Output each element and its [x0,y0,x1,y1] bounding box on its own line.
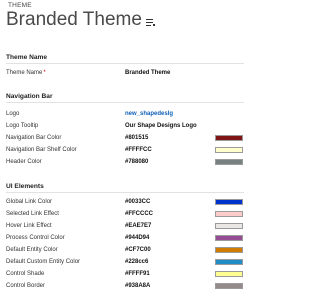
field-value-control-shade[interactable]: #FFFF91 [125,271,150,277]
section-divider [6,102,244,103]
entity-type-label: THEME [8,2,32,9]
field-row-process-control-color[interactable]: Process Control Color #944D94 [6,235,244,244]
color-swatch [215,199,243,205]
section-header-theme-name: Theme Name [6,54,48,61]
field-row-navigation-bar-color[interactable]: Navigation Bar Color #801515 [6,135,244,144]
field-label-selected-link-effect: Selected Link Effect [6,211,59,217]
field-row-header-color[interactable]: Header Color #788080 [6,159,244,168]
field-row-logo-tooltip[interactable]: Logo Tooltip Our Shape Designs Logo [6,123,244,132]
field-row-theme-name[interactable]: Theme Name* Branded Theme [6,70,244,79]
field-row-navigation-bar-shelf-color[interactable]: Navigation Bar Shelf Color #FFFFCC [6,147,244,156]
field-value-theme-name[interactable]: Branded Theme [125,70,170,76]
field-label-control-shade: Control Shade [6,271,45,277]
color-swatch [215,235,243,241]
field-label-default-custom-entity-color: Default Custom Entity Color [6,259,81,265]
required-marker: * [43,70,46,76]
field-row-selected-link-effect[interactable]: Selected Link Effect #FFCCCC [6,211,244,220]
field-value-default-custom-entity-color[interactable]: #228cc6 [125,259,148,265]
color-swatch [215,259,243,265]
color-swatch [215,135,243,141]
color-swatch [215,283,243,289]
field-label-hover-link-effect: Hover Link Effect [6,223,52,229]
field-row-control-shade[interactable]: Control Shade #FFFF91 [6,271,244,280]
field-row-default-custom-entity-color[interactable]: Default Custom Entity Color #228cc6 [6,259,244,268]
section-divider [6,192,244,193]
color-swatch [215,271,243,277]
field-row-global-link-color[interactable]: Global Link Color #0033CC [6,199,244,208]
field-label-navigation-bar-color: Navigation Bar Color [6,135,62,141]
color-swatch [215,223,243,229]
field-value-navigation-bar-shelf-color[interactable]: #FFFFCC [125,147,152,153]
form-selector-menu-icon[interactable] [145,18,155,27]
field-row-default-entity-color[interactable]: Default Entity Color #CF7C00 [6,247,244,256]
color-swatch [215,159,243,165]
field-label-global-link-color: Global Link Color [6,199,53,205]
section-divider [6,63,244,64]
field-value-global-link-color[interactable]: #0033CC [125,199,150,205]
field-label-navigation-bar-shelf-color: Navigation Bar Shelf Color [6,147,77,153]
field-label-theme-name: Theme Name* [6,70,46,76]
field-value-selected-link-effect[interactable]: #FFCCCC [125,211,153,217]
color-swatch [215,247,243,253]
section-header-ui-elements: UI Elements [6,183,44,190]
title-row: Branded Theme [6,9,155,31]
field-value-hover-link-effect[interactable]: #EAE7E7 [125,223,151,229]
field-value-logo-tooltip[interactable]: Our Shape Designs Logo [125,123,197,129]
field-value-navigation-bar-color[interactable]: #801515 [125,135,148,141]
color-swatch [215,147,243,153]
field-label-control-border: Control Border [6,283,46,289]
field-row-hover-link-effect[interactable]: Hover Link Effect #EAE7E7 [6,223,244,232]
color-swatch [215,211,243,217]
field-row-logo[interactable]: Logo new_shapedeslg [6,111,244,120]
field-label-process-control-color: Process Control Color [6,235,65,241]
field-value-logo-link[interactable]: new_shapedeslg [125,111,173,117]
section-header-navigation-bar: Navigation Bar [6,93,53,100]
field-label-default-entity-color: Default Entity Color [6,247,58,253]
page-title: Branded Theme [6,9,142,30]
field-label-logo-tooltip: Logo Tooltip [6,123,39,129]
field-value-process-control-color[interactable]: #944D94 [125,235,149,241]
field-value-header-color[interactable]: #788080 [125,159,148,165]
field-value-control-border[interactable]: #938A8A [125,283,150,289]
field-label-header-color: Header Color [6,159,42,165]
field-value-default-entity-color[interactable]: #CF7C00 [125,247,151,253]
field-label-logo: Logo [6,111,20,117]
field-row-control-border[interactable]: Control Border #938A8A [6,283,244,292]
